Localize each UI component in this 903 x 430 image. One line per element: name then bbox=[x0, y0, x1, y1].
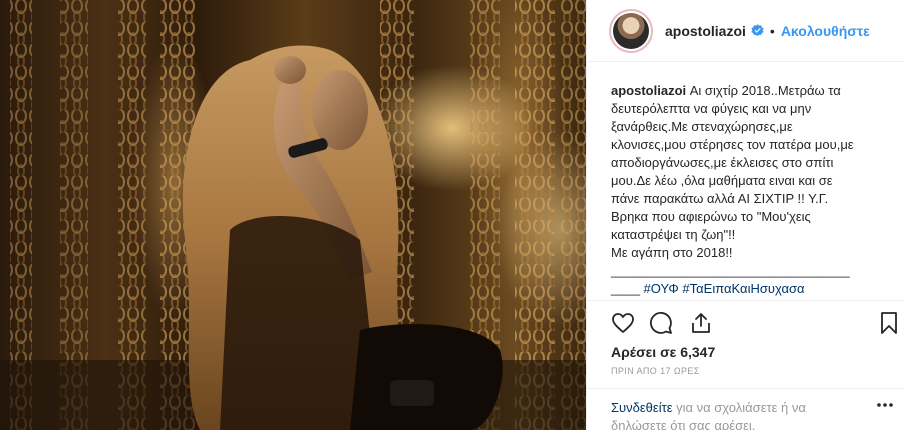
caption-line: μου.Δε λέω ,όλα μαθήματα ειναι και σε bbox=[611, 173, 833, 188]
post-image-art bbox=[0, 0, 586, 430]
post-actions bbox=[587, 300, 903, 343]
caption-line: ____ #ΟΥΦ #ΤαΕιπαΚαιΗσυχασα bbox=[611, 280, 897, 298]
avatar[interactable] bbox=[609, 8, 653, 53]
post-sidebar: apostoliazoi • Ακολουθήστε apostoliazoi … bbox=[586, 0, 903, 430]
caption-line: δευτερόλεπτα να φύγεις και να μην bbox=[611, 101, 812, 116]
post-timestamp[interactable]: ΠΡΙΝ ΑΠΟ 17 ΩΡΕΣ bbox=[611, 366, 700, 376]
avatar-image bbox=[613, 12, 649, 49]
share-icon[interactable] bbox=[689, 311, 713, 335]
comment-bar: Συνδεθείτε για να σχολιάσετε ή να δηλώσε… bbox=[587, 388, 903, 430]
username-link[interactable]: apostoliazoi bbox=[665, 23, 746, 39]
separator-dot: • bbox=[769, 22, 775, 39]
follow-button[interactable]: Ακολουθήστε bbox=[781, 23, 870, 39]
verified-badge-icon bbox=[751, 24, 764, 37]
caption-line: Βρηκα που αφιερώνω το "Μου'χεις bbox=[611, 209, 811, 224]
hashtag-link[interactable]: #ΟΥΦ bbox=[644, 281, 679, 296]
caption-line: κλονισες,μου στέρησες τον πατέρα μου,με bbox=[611, 137, 854, 152]
caption-line: apostoliazoi Αι σιχτίρ 2018..Μετράω τα bbox=[611, 82, 897, 100]
likes-count[interactable]: Αρέσει σε 6,347 bbox=[611, 344, 715, 360]
caption-line: _________________________________ bbox=[611, 263, 850, 278]
caption-line: ξανάρθεις.Με στεναχώρησες,με bbox=[611, 119, 793, 134]
comment-prompt: Συνδεθείτε για να σχολιάσετε ή να δηλώσε… bbox=[611, 399, 851, 430]
post-image[interactable] bbox=[0, 0, 586, 430]
bookmark-icon[interactable] bbox=[877, 311, 901, 335]
comment-bubble-icon[interactable] bbox=[649, 311, 673, 335]
caption-text: Αι σιχτίρ 2018..Μετράω τα bbox=[689, 83, 841, 98]
hashtag-link[interactable]: #ΤαΕιπαΚαιΗσυχασα bbox=[682, 281, 804, 296]
caption-line: πάνε παρακάτω αλλά ΑΙ ΣΙΧΤΙΡ !! Υ.Γ. bbox=[611, 191, 829, 206]
more-dots-icon[interactable] bbox=[877, 403, 893, 407]
caption-underline: ____ bbox=[611, 281, 640, 296]
caption-line: καταστρέψει τη ζωη"!! bbox=[611, 227, 736, 242]
caption-username-link[interactable]: apostoliazoi bbox=[611, 83, 686, 98]
post-caption: apostoliazoi Αι σιχτίρ 2018..Μετράω τα δ… bbox=[611, 82, 897, 298]
post-header: apostoliazoi • Ακολουθήστε bbox=[587, 0, 903, 62]
caption-line: αποδιοργάνωσες,με έκλεισες στο σπίτι bbox=[611, 155, 834, 170]
login-link[interactable]: Συνδεθείτε bbox=[611, 400, 673, 415]
heart-icon[interactable] bbox=[611, 311, 635, 335]
caption-line: Με αγάπη στο 2018!! bbox=[611, 245, 733, 260]
